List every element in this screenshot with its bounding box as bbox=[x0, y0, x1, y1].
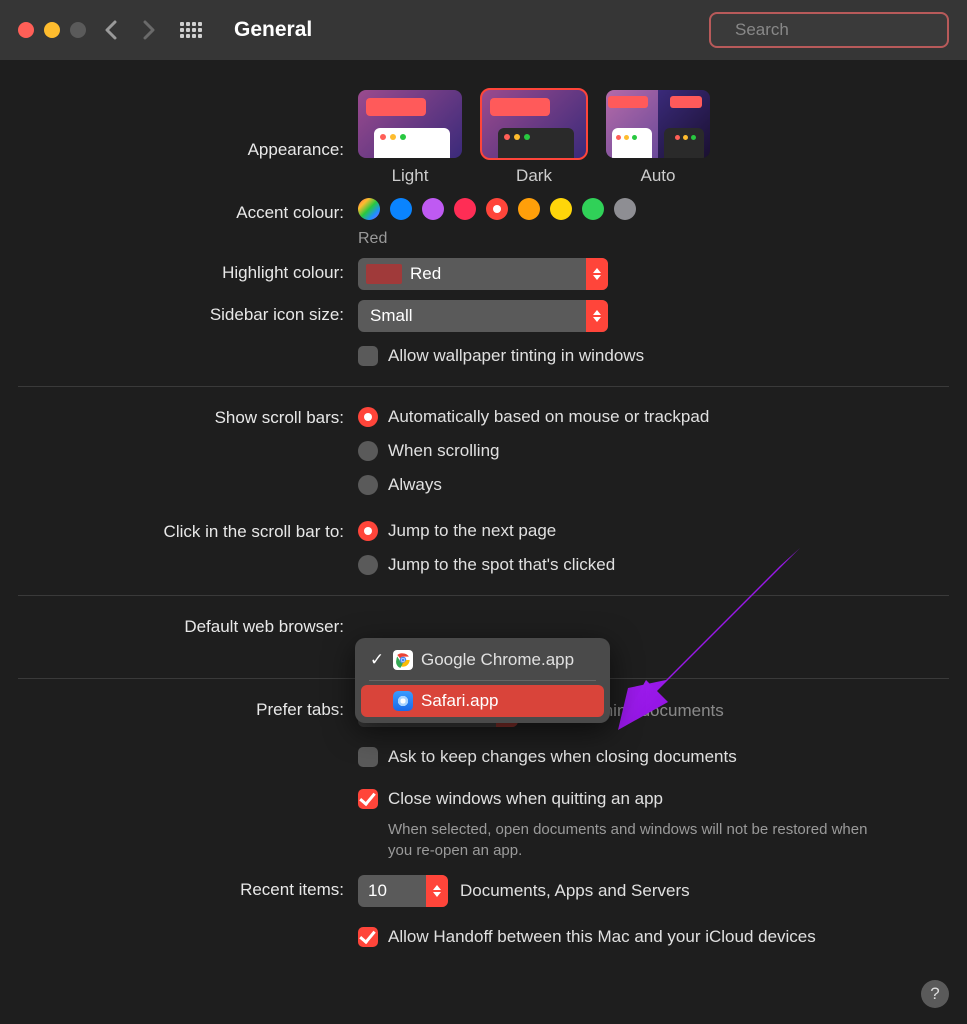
recent-items-label: Recent items: bbox=[18, 875, 358, 900]
appearance-light-label: Light bbox=[392, 166, 429, 186]
scrollbars-option-label: Automatically based on mouse or trackpad bbox=[388, 407, 709, 427]
accent-color-8[interactable] bbox=[614, 198, 636, 220]
click-scroll-option-label: Jump to the next page bbox=[388, 521, 556, 541]
search-input[interactable] bbox=[735, 20, 956, 40]
divider bbox=[18, 595, 949, 596]
checkmark-icon: ✓ bbox=[369, 650, 385, 670]
prefer-tabs-label: Prefer tabs: bbox=[18, 695, 358, 720]
scrollbars-option-label: Always bbox=[388, 475, 442, 495]
default-browser-label: Default web browser: bbox=[18, 612, 358, 637]
accent-selected-label: Red bbox=[358, 230, 949, 248]
scrollbars-radio-2[interactable] bbox=[358, 475, 378, 495]
scrollbars-radio-1[interactable] bbox=[358, 441, 378, 461]
browser-menu-item-label: Google Chrome.app bbox=[421, 650, 574, 670]
help-button[interactable]: ? bbox=[921, 980, 949, 1008]
recent-items-select[interactable]: 10 bbox=[358, 875, 448, 907]
accent-color-5[interactable] bbox=[518, 198, 540, 220]
chrome-icon bbox=[393, 650, 413, 670]
click-scroll-radio-0[interactable] bbox=[358, 521, 378, 541]
wallpaper-tinting-label: Allow wallpaper tinting in windows bbox=[388, 346, 644, 366]
accent-color-1[interactable] bbox=[390, 198, 412, 220]
titlebar: General bbox=[0, 0, 967, 60]
close-button[interactable] bbox=[18, 22, 34, 38]
scrollbars-label: Show scroll bars: bbox=[18, 403, 358, 428]
click-scroll-label: Click in the scroll bar to: bbox=[18, 517, 358, 542]
accent-color-4[interactable] bbox=[486, 198, 508, 220]
close-windows-checkbox[interactable] bbox=[358, 789, 378, 809]
highlight-swatch bbox=[366, 264, 402, 284]
menu-separator bbox=[369, 680, 596, 681]
highlight-label: Highlight colour: bbox=[18, 258, 358, 283]
highlight-color-select[interactable]: Red bbox=[358, 258, 608, 290]
appearance-auto[interactable] bbox=[606, 90, 710, 158]
stepper-icon bbox=[426, 875, 448, 907]
accent-label: Accent colour: bbox=[18, 198, 358, 223]
back-button[interactable] bbox=[98, 20, 124, 40]
safari-icon bbox=[393, 691, 413, 711]
click-scroll-option-label: Jump to the spot that's clicked bbox=[388, 555, 615, 575]
browser-menu-item-safari[interactable]: Safari.app bbox=[361, 685, 604, 717]
recent-items-value: 10 bbox=[358, 881, 426, 901]
close-windows-label: Close windows when quitting an app bbox=[388, 789, 663, 809]
sidebar-icon-label: Sidebar icon size: bbox=[18, 300, 358, 325]
stepper-icon bbox=[586, 300, 608, 332]
stepper-icon bbox=[586, 258, 608, 290]
appearance-dark-label: Dark bbox=[516, 166, 552, 186]
fullscreen-button[interactable] bbox=[70, 22, 86, 38]
appearance-auto-label: Auto bbox=[641, 166, 676, 186]
accent-color-picker bbox=[358, 198, 949, 220]
accent-color-7[interactable] bbox=[582, 198, 604, 220]
window-controls bbox=[18, 22, 86, 38]
wallpaper-tinting-checkbox[interactable] bbox=[358, 346, 378, 366]
accent-color-0[interactable] bbox=[358, 198, 380, 220]
highlight-value: Red bbox=[410, 264, 586, 284]
forward-button[interactable] bbox=[136, 20, 162, 40]
show-all-button[interactable] bbox=[180, 18, 204, 42]
accent-color-3[interactable] bbox=[454, 198, 476, 220]
ask-keep-changes-checkbox[interactable] bbox=[358, 747, 378, 767]
sidebar-icon-value: Small bbox=[358, 306, 586, 326]
browser-popup-menu[interactable]: ✓ Google Chrome.app Safari.app bbox=[355, 638, 610, 723]
window-title: General bbox=[234, 18, 312, 42]
divider bbox=[18, 386, 949, 387]
accent-color-2[interactable] bbox=[422, 198, 444, 220]
browser-menu-item-label: Safari.app bbox=[421, 691, 499, 711]
sidebar-icon-select[interactable]: Small bbox=[358, 300, 608, 332]
search-field-container[interactable] bbox=[709, 12, 949, 48]
click-scroll-radio-1[interactable] bbox=[358, 555, 378, 575]
close-windows-hint: When selected, open documents and window… bbox=[388, 819, 868, 861]
ask-keep-changes-label: Ask to keep changes when closing documen… bbox=[388, 747, 737, 767]
accent-color-6[interactable] bbox=[550, 198, 572, 220]
minimize-button[interactable] bbox=[44, 22, 60, 38]
appearance-light[interactable] bbox=[358, 90, 462, 158]
browser-menu-item-chrome[interactable]: ✓ Google Chrome.app bbox=[361, 644, 604, 676]
recent-items-suffix: Documents, Apps and Servers bbox=[460, 881, 690, 901]
scrollbars-radio-0[interactable] bbox=[358, 407, 378, 427]
handoff-checkbox[interactable] bbox=[358, 927, 378, 947]
handoff-label: Allow Handoff between this Mac and your … bbox=[388, 927, 816, 947]
appearance-dark[interactable] bbox=[482, 90, 586, 158]
content-area: Appearance: Light Dark bbox=[0, 60, 967, 951]
scrollbars-option-label: When scrolling bbox=[388, 441, 500, 461]
appearance-label: Appearance: bbox=[18, 90, 358, 160]
